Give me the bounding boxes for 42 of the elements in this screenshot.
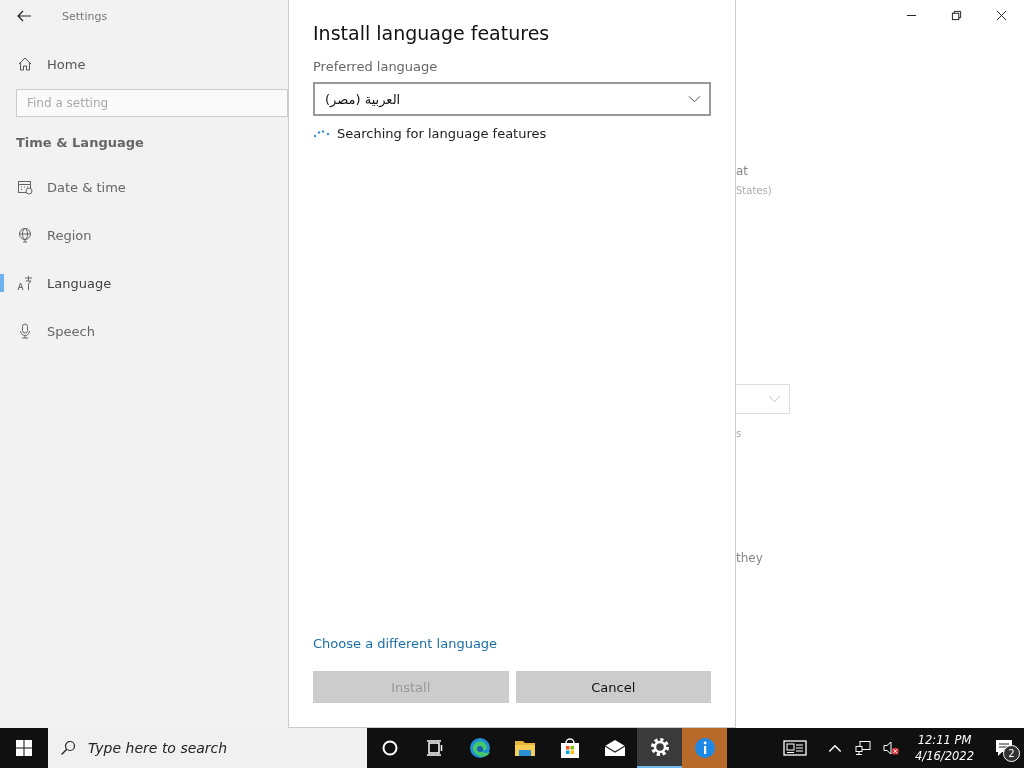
envelope-icon: [603, 737, 626, 759]
search-field[interactable]: Find a setting: [16, 89, 288, 117]
calendar-icon: [17, 179, 33, 195]
section-heading: Time & Language: [16, 135, 145, 150]
browser-icon: [468, 737, 491, 759]
status-text: Searching for language features: [337, 126, 547, 141]
taskbar-app[interactable]: [637, 728, 682, 768]
home-icon: [17, 56, 33, 72]
muted-speaker-icon[interactable]: [882, 740, 901, 756]
nav-item[interactable]: Language: [0, 272, 288, 294]
window-title: Settings: [62, 9, 108, 23]
taskbar-search-field[interactable]: Type here to search: [48, 728, 367, 768]
partial-text: s: [736, 428, 742, 439]
shopping-bag-icon: [558, 737, 581, 759]
windows-logo-icon[interactable]: [16, 740, 32, 756]
nav-item[interactable]: Date & time: [0, 176, 288, 198]
choose-language-link[interactable]: Choose a different language: [313, 636, 498, 651]
dialog-button[interactable]: Cancel: [515, 671, 711, 703]
gear-icon: [648, 736, 671, 758]
info-icon: [693, 737, 716, 759]
language-icon: [17, 275, 33, 291]
nav-item[interactable]: Region: [0, 224, 288, 246]
nav-item[interactable]: Speech: [0, 320, 288, 342]
partial-text: they: [736, 551, 763, 565]
dialog-title: Install language features: [313, 22, 551, 44]
field-label: Preferred language: [313, 59, 439, 74]
network-icon[interactable]: [854, 740, 873, 756]
chevron-down-icon: [768, 395, 781, 403]
globe-icon: [17, 227, 33, 243]
microphone-icon: [17, 323, 33, 339]
back-arrow-icon[interactable]: [16, 8, 32, 24]
notification-badge: 2: [1003, 745, 1020, 762]
home-link[interactable]: Home: [0, 56, 86, 72]
circle-icon: [380, 739, 399, 757]
partial-text: at: [736, 164, 749, 178]
partial-text: States): [736, 185, 772, 196]
chevron-down-icon: [688, 95, 701, 103]
news-icon[interactable]: [783, 740, 808, 756]
language-dropdown[interactable]: العربية (مصر): [313, 82, 711, 116]
task-view-icon: [425, 739, 444, 757]
clock[interactable]: 12:11 PM 4/16/2022: [915, 732, 974, 764]
loading-spinner-icon: [313, 128, 331, 139]
